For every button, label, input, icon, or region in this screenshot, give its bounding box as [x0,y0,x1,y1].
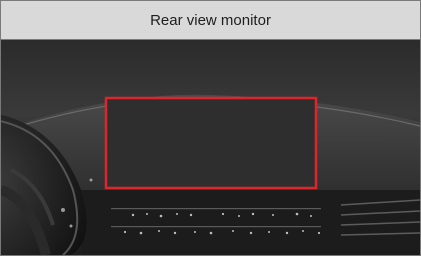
rear-view-monitor-screen[interactable] [104,96,318,190]
dashboard-photo [1,40,420,255]
console-shape [81,190,420,255]
figure-frame: Rear view monitor [0,0,421,256]
figure-title: Rear view monitor [1,1,420,40]
